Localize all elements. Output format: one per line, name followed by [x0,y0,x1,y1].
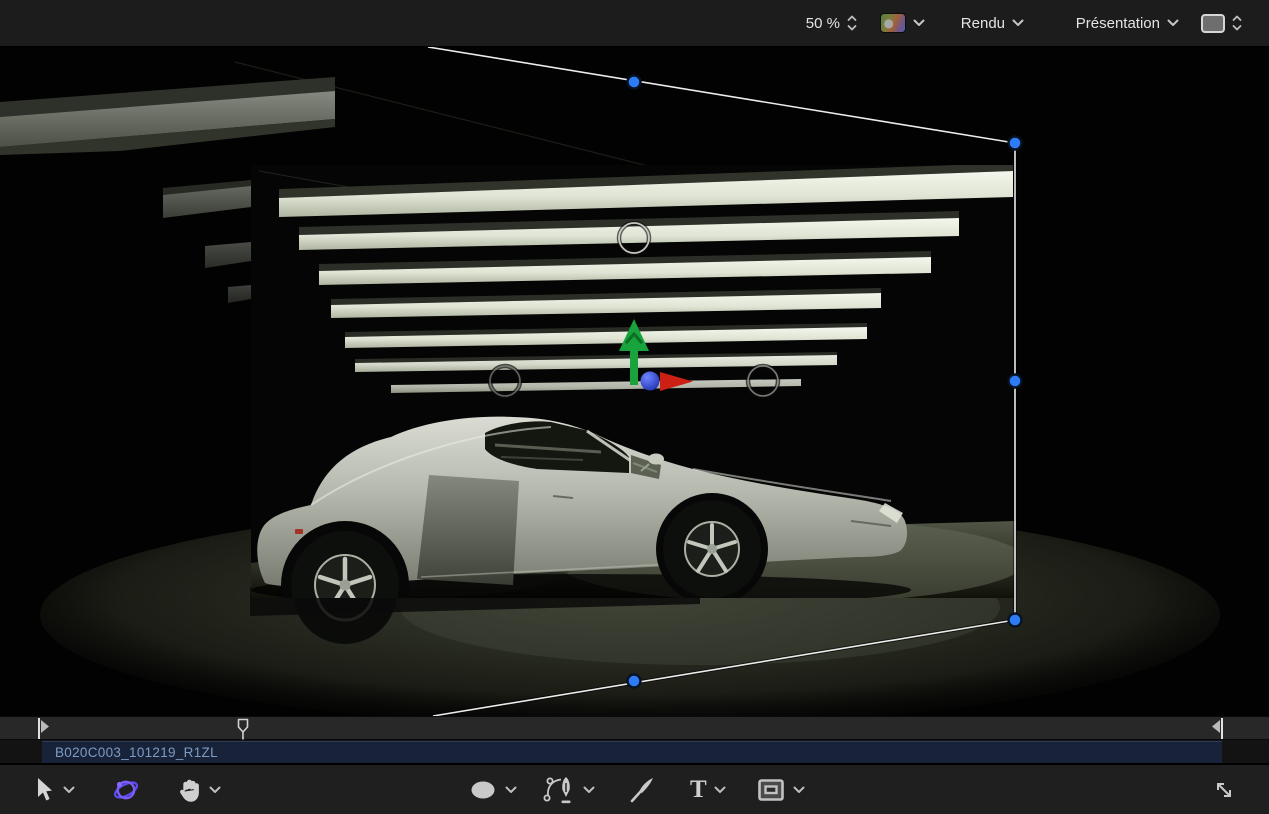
canvas-toolbar: T [0,765,1269,814]
handle-top-right [1009,137,1022,150]
3d-transform-icon [110,776,142,804]
zoom-level-control[interactable]: 50 % [806,14,857,32]
presentation-menu[interactable]: Présentation [1076,15,1179,32]
handle-top-center [628,76,641,89]
stepper-icon[interactable] [1232,14,1242,32]
text-tool-glyph: T [690,777,707,802]
chevron-down-icon [913,19,925,27]
display-icon [1201,14,1225,33]
mini-timeline-track: B020C003_101219_R1ZL [0,740,1269,764]
chevron-down-icon[interactable] [583,786,595,794]
gizmo-z-axis-handle[interactable] [641,372,660,391]
zoom-level-value: 50 % [806,15,840,32]
paintbrush-icon [626,775,658,805]
color-channels-swatch-icon[interactable] [880,13,906,33]
canvas-viewport[interactable] [0,47,1269,716]
render-menu-label: Rendu [961,15,1005,32]
shape-tool[interactable] [468,765,517,814]
front-wheel [663,500,761,598]
select-tool[interactable] [30,765,75,814]
stepper-icon[interactable] [847,14,857,32]
rectangle-mask-icon [756,777,786,803]
oval-icon [468,778,498,802]
chevron-down-icon [1167,19,1179,27]
arrow-cursor-icon [30,776,56,804]
motion-canvas-window: 50 % Rendu Présentation [0,0,1269,814]
play-range-in-marker[interactable] [38,718,49,739]
selected-image-layer[interactable] [251,163,1026,649]
chevron-down-icon[interactable] [209,786,221,794]
handle-bottom-right [1009,614,1022,627]
color-channels-control[interactable] [880,13,925,33]
pen-icon [540,773,576,807]
clip-name: B020C003_101219_R1ZL [55,745,218,760]
expand-diagonal-icon [1210,776,1238,804]
render-menu[interactable]: Rendu [961,15,1024,32]
handle-bottom-center [628,675,641,688]
chevron-down-icon[interactable] [63,786,75,794]
expand-canvas-button[interactable] [1210,765,1238,814]
canvas-display-control[interactable] [1201,14,1242,33]
text-tool[interactable]: T [690,765,726,814]
presentation-menu-label: Présentation [1076,15,1160,32]
chevron-down-icon[interactable] [793,786,805,794]
chevron-down-icon [1012,19,1024,27]
pan-tool[interactable] [176,765,221,814]
transform-3d-tool[interactable] [110,765,142,814]
bezier-tool[interactable] [540,765,595,814]
chevron-down-icon[interactable] [505,786,517,794]
hand-icon [176,776,202,804]
playhead-marker[interactable] [239,720,248,740]
canvas-scene [0,47,1269,716]
handle-right-center [1009,375,1022,388]
timeline-clip[interactable]: B020C003_101219_R1ZL [42,741,1222,763]
paint-stroke-tool[interactable] [626,765,658,814]
canvas-topbar: 50 % Rendu Présentation [0,0,1269,47]
chevron-down-icon[interactable] [714,786,726,794]
play-range-out-marker[interactable] [1212,718,1223,739]
rectangle-mask-tool[interactable] [756,765,805,814]
mini-timeline-ruler[interactable] [0,716,1269,740]
